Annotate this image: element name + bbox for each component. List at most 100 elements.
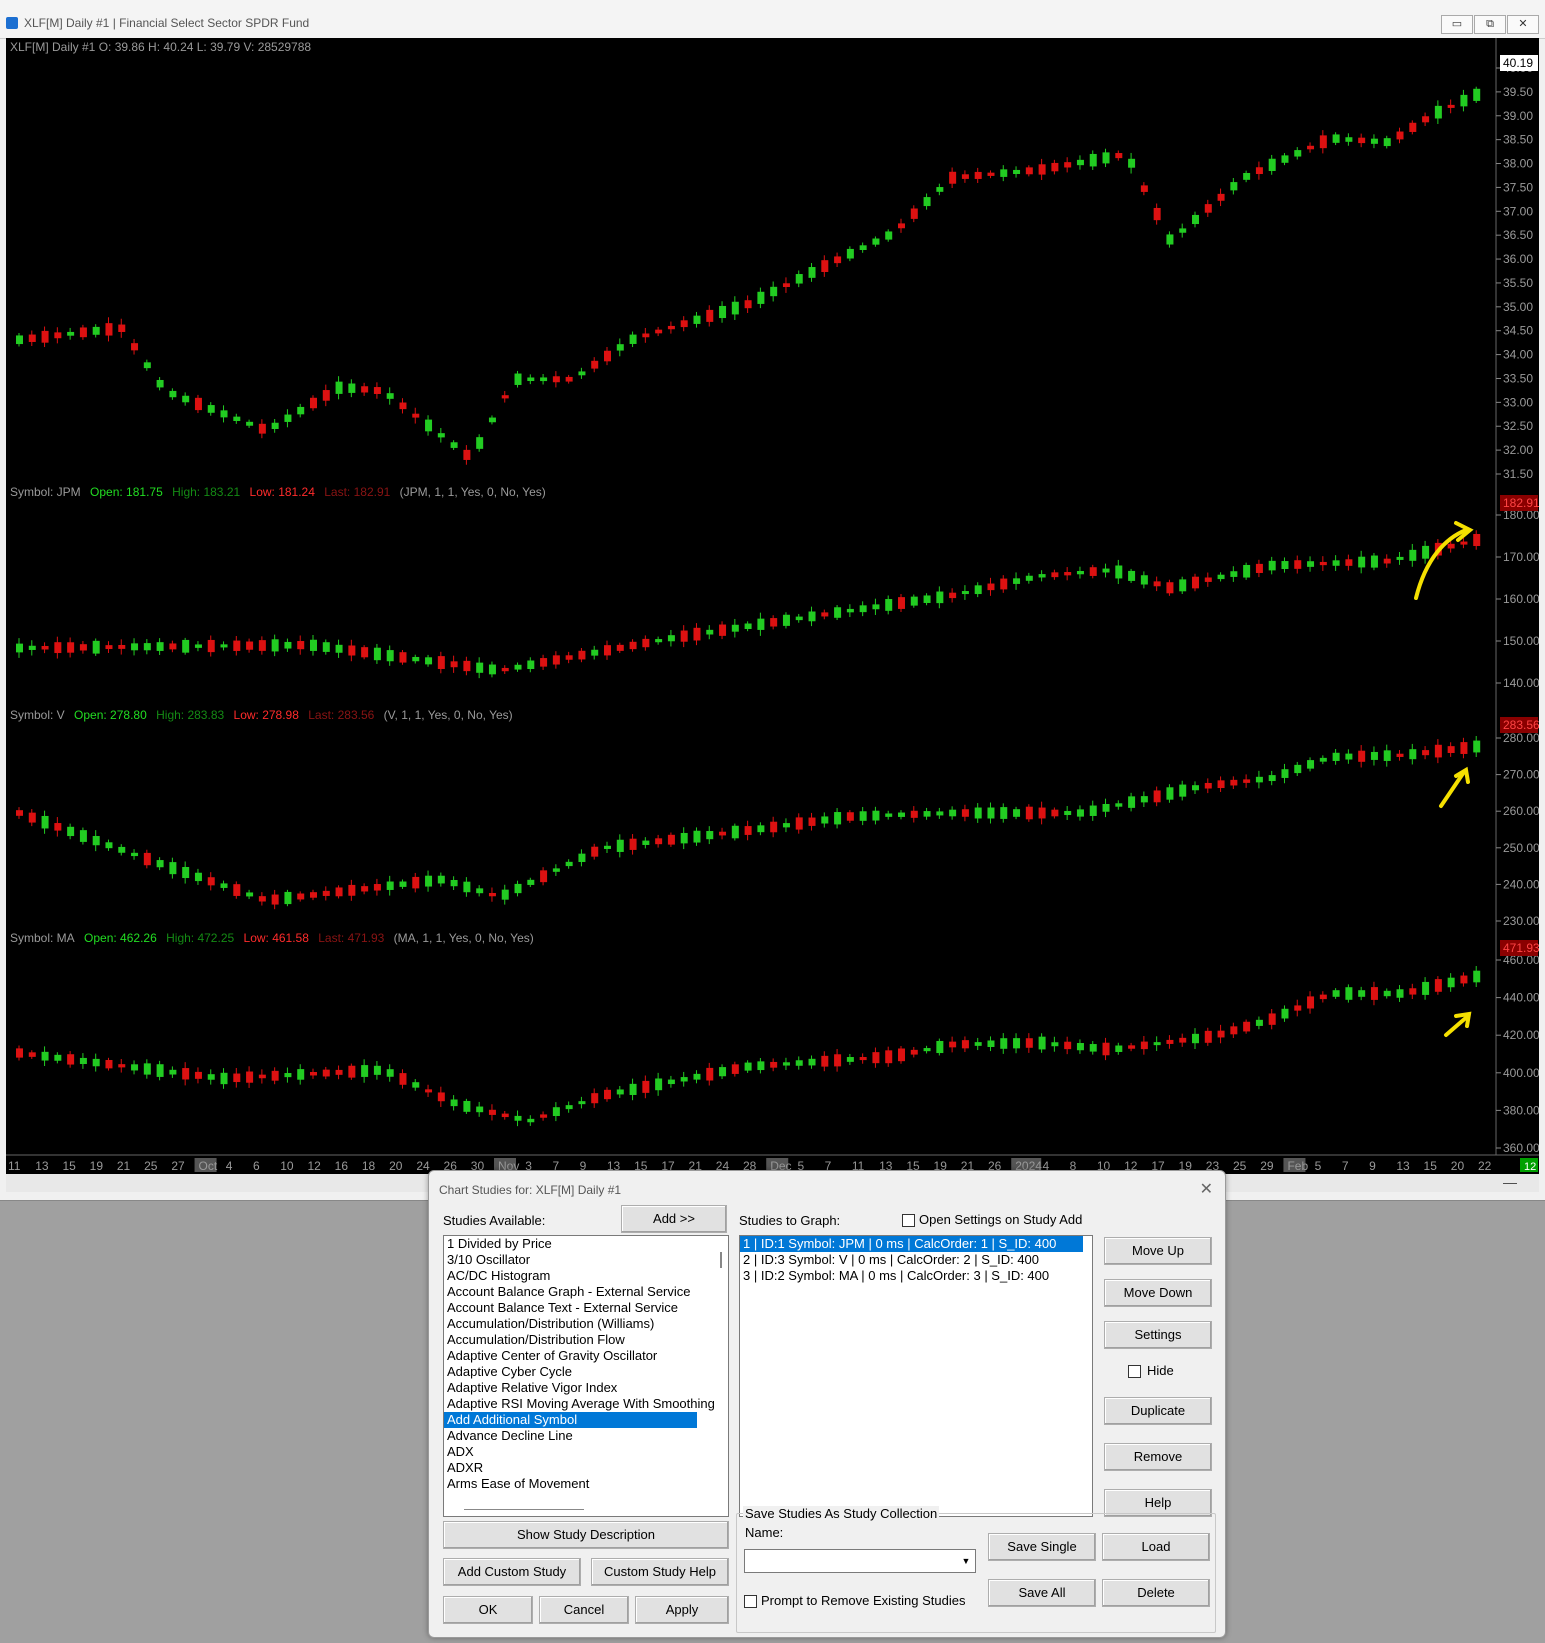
jpm-candle (642, 638, 650, 648)
move-up-button[interactable]: Move Up (1104, 1237, 1212, 1265)
cancel-button[interactable]: Cancel (539, 1596, 629, 1624)
ma-candle (501, 1113, 509, 1118)
study-list-item[interactable]: Adaptive Center of Gravity Oscillator (444, 1348, 728, 1364)
open-settings-checkbox[interactable] (902, 1214, 915, 1227)
v-candle (28, 812, 36, 823)
study-list-item[interactable]: Accumulation/Distribution (Williams) (444, 1316, 728, 1332)
list-hscroll-thumb[interactable] (464, 1509, 584, 1510)
ma-candle (1460, 975, 1468, 984)
show-study-description-button[interactable]: Show Study Description (443, 1521, 729, 1549)
study-list-item[interactable]: AC/DC Histogram (444, 1268, 728, 1284)
study-params: (V, 1, 1, Yes, 0, No, Yes) (383, 708, 513, 722)
date-label: 9 (1369, 1159, 1376, 1173)
study-list-item[interactable]: Advance Decline Line (444, 1428, 728, 1444)
ma-candle (1422, 981, 1430, 995)
ma-candle (1038, 1036, 1046, 1050)
xlf-candle (118, 324, 126, 332)
study-list-item[interactable]: 1 Divided by Price (444, 1236, 728, 1252)
jpm-candle (194, 644, 202, 648)
study-list-item[interactable]: ADX (444, 1444, 728, 1460)
add-study-button[interactable]: Add >> (621, 1205, 727, 1233)
xlf-candle (1409, 122, 1417, 132)
collapse-icon[interactable]: — (1503, 1174, 1517, 1190)
study-list-item[interactable]: Add Additional Symbol (444, 1412, 697, 1428)
jpm-candle (616, 644, 624, 651)
study-list-item[interactable]: Arms Ease of Movement (444, 1476, 728, 1492)
date-label: 15 (1424, 1159, 1438, 1173)
date-label: 13 (35, 1159, 49, 1173)
close-icon[interactable]: ✕ (1200, 1179, 1213, 1199)
study-header-jpm: Symbol: JPM Open: 181.75 High: 183.21 Lo… (10, 485, 552, 499)
v-candle (335, 887, 343, 897)
price-axis-label: 38.00 (1503, 157, 1533, 171)
bar-count: 12 (1524, 1161, 1536, 1173)
collection-name-combo[interactable]: ▼ (744, 1549, 976, 1573)
close-window-button[interactable]: ✕ (1507, 15, 1539, 34)
jpm-candle (949, 592, 957, 599)
ma-price-tag: 471.93 (1503, 941, 1539, 955)
remove-button[interactable]: Remove (1104, 1443, 1212, 1471)
study-low: Low: 461.58 (243, 931, 309, 945)
study-list-item[interactable]: Accumulation/Distribution Flow (444, 1332, 728, 1348)
v-candle (719, 831, 727, 836)
v-candle (706, 831, 714, 840)
ma-candle (846, 1057, 854, 1062)
move-down-button[interactable]: Move Down (1104, 1279, 1212, 1307)
prompt-remove-checkbox[interactable] (744, 1595, 757, 1608)
study-list-item[interactable]: ADXR (444, 1460, 728, 1476)
jpm-candle (1473, 533, 1481, 547)
duplicate-button[interactable]: Duplicate (1104, 1397, 1212, 1425)
xlf-candle (1447, 104, 1455, 108)
v-candle (1140, 796, 1148, 803)
study-list-item[interactable]: 3/10 Oscillator (444, 1252, 728, 1268)
ma-candle (770, 1061, 778, 1068)
ma-candle (207, 1074, 215, 1080)
add-custom-study-button[interactable]: Add Custom Study (443, 1558, 581, 1586)
list-scroll-thumb[interactable] (720, 1252, 722, 1268)
restore-button[interactable]: ⧉ (1474, 15, 1506, 34)
jpm-candle (412, 656, 420, 662)
graph-study-item[interactable]: 3 | ID:2 Symbol: MA | 0 ms | CalcOrder: … (740, 1268, 1092, 1284)
xlf-candle (1243, 172, 1251, 180)
studies-to-graph-list[interactable]: 1 | ID:1 Symbol: JPM | 0 ms | CalcOrder:… (739, 1235, 1093, 1517)
apply-button[interactable]: Apply (635, 1596, 729, 1624)
graph-study-item[interactable]: 2 | ID:3 Symbol: V | 0 ms | CalcOrder: 2… (740, 1252, 1092, 1268)
ma-candle (1013, 1038, 1021, 1049)
xlf-candle (1025, 167, 1033, 175)
studies-available-list[interactable]: 1 Divided by Price 3/10 Oscillator AC/DC H… (443, 1235, 729, 1517)
xlf-candle (770, 286, 778, 297)
delete-button[interactable]: Delete (1102, 1579, 1210, 1607)
study-list-item[interactable]: Adaptive RSI Moving Average With Smoothi… (444, 1396, 728, 1412)
ok-button[interactable]: OK (443, 1596, 533, 1624)
study-symbol: Symbol: JPM (10, 485, 81, 499)
xlf-candle (412, 413, 420, 418)
jpm-candle (105, 645, 113, 650)
price-axis-label: 34.50 (1503, 324, 1533, 338)
jpm-candle (757, 618, 765, 630)
chevron-down-icon[interactable]: ▼ (959, 1554, 973, 1568)
custom-study-help-button[interactable]: Custom Study Help (591, 1558, 729, 1586)
graph-study-item[interactable]: 1 | ID:1 Symbol: JPM | 0 ms | CalcOrder:… (740, 1236, 1083, 1252)
ma-candle (565, 1105, 573, 1110)
study-collection-group (736, 1513, 1216, 1633)
xlf-candle (642, 333, 650, 338)
window-titlebar: XLF[M] Daily #1 | Financial Select Secto… (0, 0, 1545, 39)
study-list-item[interactable]: Account Balance Text - External Service (444, 1300, 728, 1316)
hide-checkbox[interactable] (1128, 1365, 1141, 1378)
minimize-button[interactable]: ▭ (1441, 15, 1473, 34)
xlf-candle (604, 350, 611, 362)
price-chart[interactable]: 40.0039.5039.0038.5038.0037.5037.0036.50… (6, 38, 1539, 1174)
study-list-item[interactable]: Account Balance Graph - External Service (444, 1284, 728, 1300)
ma-candle (1064, 1041, 1072, 1050)
ma-candle (1102, 1042, 1110, 1056)
load-button[interactable]: Load (1102, 1533, 1210, 1561)
save-single-button[interactable]: Save Single (988, 1533, 1096, 1561)
ma-candle (488, 1109, 496, 1115)
jpm-candle (795, 616, 803, 621)
save-all-button[interactable]: Save All (988, 1579, 1096, 1607)
study-list-item[interactable]: Adaptive Cyber Cycle (444, 1364, 728, 1380)
settings-button[interactable]: Settings (1104, 1321, 1212, 1349)
xlf-candle (425, 419, 433, 432)
ma-candle (1255, 1019, 1263, 1026)
study-list-item[interactable]: Adaptive Relative Vigor Index (444, 1380, 728, 1396)
